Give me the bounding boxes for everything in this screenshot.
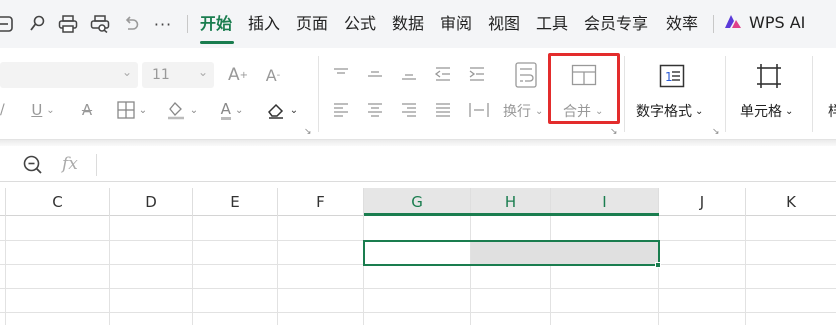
wrap-text-label: 换行 <box>503 104 531 120</box>
divider <box>187 15 188 33</box>
align-middle-icon[interactable] <box>364 62 386 86</box>
cell-button[interactable]: 单元格 ⌄ <box>740 101 793 121</box>
launcher-icon[interactable]: ↘ <box>304 128 312 137</box>
wps-ai-label: WPS AI <box>749 12 806 32</box>
chevron-down-icon: ⌄ <box>535 105 544 117</box>
column-header-i[interactable]: I <box>551 188 659 216</box>
divider <box>318 56 319 132</box>
highlight-box <box>548 53 620 124</box>
tab-home[interactable]: 开始 <box>200 13 232 35</box>
align-right-icon[interactable] <box>398 98 420 122</box>
grid-line <box>192 216 193 325</box>
column-header-g[interactable]: G <box>364 188 471 216</box>
column-header-c[interactable]: C <box>6 188 110 216</box>
launcher-icon[interactable]: ↘ <box>712 128 720 137</box>
zoom-icon[interactable] <box>22 154 44 176</box>
grid-line <box>0 288 836 289</box>
number-format-label: 数字格式 <box>636 104 692 120</box>
divider <box>713 15 714 33</box>
font-size-value: 11 <box>152 67 170 83</box>
decrease-font-icon[interactable]: A- <box>262 63 284 87</box>
divider <box>624 56 625 132</box>
tab-formula[interactable]: 公式 <box>344 13 376 35</box>
fx-icon[interactable]: fx <box>62 154 78 174</box>
divider <box>812 56 813 132</box>
column-header-j[interactable]: J <box>659 188 746 216</box>
font-name-select[interactable]: ⌄ <box>0 62 138 88</box>
grid-line <box>470 216 471 325</box>
chevron-down-icon: ⌄ <box>121 65 132 79</box>
chevron-down-icon: ⌄ <box>197 65 208 79</box>
cell-grid[interactable] <box>0 216 836 325</box>
launcher-icon[interactable]: ↘ <box>610 128 618 137</box>
style-button-partial[interactable]: 样 <box>828 101 836 121</box>
wps-ai-button[interactable]: WPS AI <box>723 12 805 32</box>
undo-icon[interactable] <box>119 11 143 37</box>
selected-range[interactable] <box>363 240 660 266</box>
ribbon-shadow <box>0 140 836 146</box>
tab-member[interactable]: 会员专享 <box>584 13 648 35</box>
eraser-icon[interactable]: ⌄ <box>262 98 302 122</box>
strikethrough-icon[interactable]: A <box>76 98 98 122</box>
tab-insert[interactable]: 插入 <box>248 13 280 35</box>
grid-line <box>363 216 364 325</box>
fill-handle[interactable] <box>655 262 661 268</box>
align-center-icon[interactable] <box>364 98 386 122</box>
formula-input[interactable] <box>106 154 826 176</box>
wrap-text-button[interactable]: 换行 ⌄ <box>503 101 543 121</box>
tab-page[interactable]: 页面 <box>296 13 328 35</box>
justify-icon[interactable] <box>432 98 454 122</box>
border-icon[interactable]: ⌄ <box>112 98 152 122</box>
column-header-d[interactable]: D <box>110 188 193 216</box>
increase-indent-icon[interactable] <box>466 62 488 86</box>
active-tab-indicator <box>200 41 234 44</box>
grid-line <box>277 216 278 325</box>
page-icon[interactable] <box>0 11 14 37</box>
number-format-button[interactable]: 数字格式 ⌄ <box>636 101 703 121</box>
distributed-align-icon[interactable] <box>466 98 492 122</box>
align-top-icon[interactable] <box>330 62 352 86</box>
column-header-f[interactable]: F <box>278 188 364 216</box>
underline-icon[interactable]: U ⌄ <box>26 98 60 122</box>
title-bar: ··· 开始 插入 页面 公式 数据 审阅 视图 工具 会员专享 效率 WPS … <box>0 0 836 48</box>
tab-review[interactable]: 审阅 <box>440 13 472 35</box>
number-format-icon[interactable]: 1 <box>654 60 690 92</box>
grid-line <box>550 216 551 325</box>
tab-view[interactable]: 视图 <box>488 13 520 35</box>
grid-line <box>109 216 110 325</box>
align-bottom-icon[interactable] <box>398 62 420 86</box>
column-header-k[interactable]: K <box>746 188 836 216</box>
chevron-down-icon: ⌄ <box>695 105 704 117</box>
align-left-icon[interactable] <box>330 98 352 122</box>
grid-line <box>658 216 659 325</box>
grid-line <box>745 216 746 325</box>
tab-data[interactable]: 数据 <box>392 13 424 35</box>
tab-tools[interactable]: 工具 <box>536 13 568 35</box>
column-header-row: C D E F G H I J K <box>0 188 836 216</box>
divider <box>96 154 97 176</box>
formula-bar: fx <box>0 148 836 182</box>
fill-color-icon[interactable]: ⌄ <box>162 98 202 122</box>
tab-efficiency[interactable]: 效率 <box>666 13 698 35</box>
column-header-h[interactable]: H <box>471 188 551 216</box>
paint-brush-icon[interactable] <box>24 11 50 37</box>
increase-font-icon[interactable]: A + <box>227 63 249 87</box>
divider <box>725 56 726 132</box>
svg-text:1: 1 <box>665 70 673 84</box>
cell-icon[interactable] <box>752 60 786 92</box>
italic-icon[interactable]: / <box>0 98 8 122</box>
grid-line <box>0 312 836 313</box>
wrap-text-icon[interactable] <box>506 60 546 90</box>
decrease-indent-icon[interactable] <box>432 62 454 86</box>
wps-ai-icon <box>725 15 741 28</box>
column-header-e[interactable]: E <box>193 188 278 216</box>
grid-line <box>5 216 6 325</box>
font-color-icon[interactable]: A ⌄ <box>212 98 252 122</box>
print-preview-icon[interactable] <box>87 11 113 37</box>
more-icon[interactable]: ··· <box>150 11 176 37</box>
cell-label: 单元格 <box>740 104 782 120</box>
print-icon[interactable] <box>55 11 81 37</box>
font-size-select[interactable]: 11 ⌄ <box>142 62 214 88</box>
chevron-down-icon: ⌄ <box>785 105 794 117</box>
